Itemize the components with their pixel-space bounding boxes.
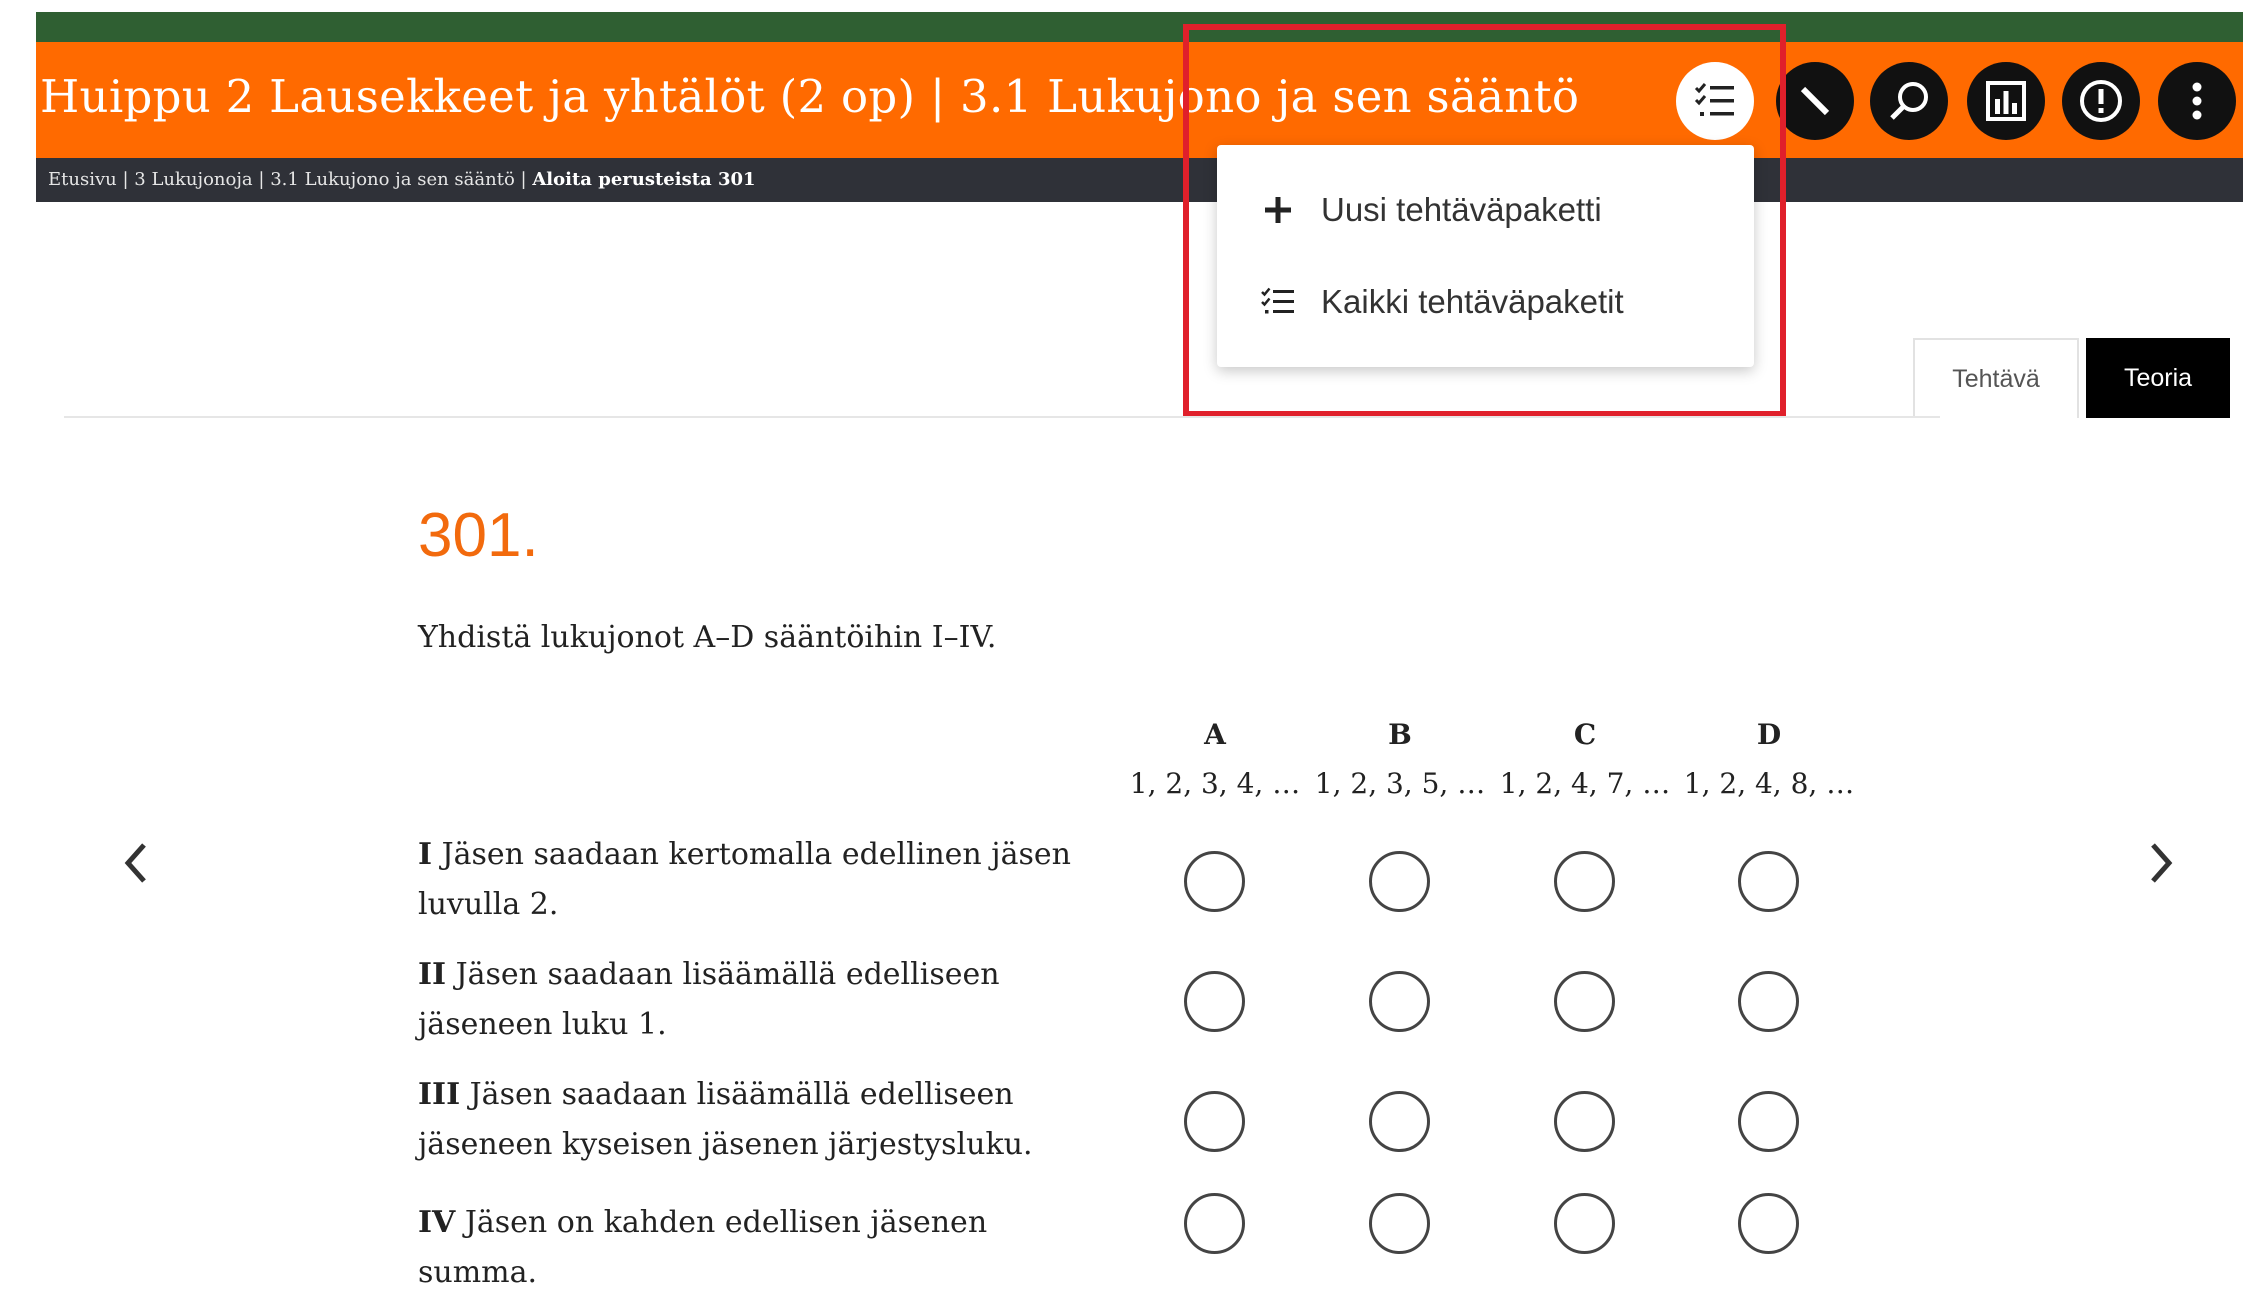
rule-text: Jäsen saadaan lisäämällä edelliseen jäse… [418, 1077, 1033, 1162]
pen-icon [1800, 86, 1830, 116]
radio-I-C[interactable] [1554, 851, 1615, 912]
search-button[interactable] [1870, 62, 1948, 140]
column-label: C [1573, 718, 1597, 751]
radio-II-B[interactable] [1369, 971, 1430, 1032]
radio-IV-C[interactable] [1554, 1193, 1615, 1254]
feedback-button[interactable] [2062, 62, 2140, 140]
alert-icon [2080, 80, 2122, 122]
breadcrumb-item[interactable]: 3.1 Lukujono ja sen sääntö [270, 169, 515, 190]
top-strip [36, 12, 2243, 42]
rule-numeral: II [418, 957, 447, 992]
radio-I-D[interactable] [1738, 851, 1799, 912]
breadcrumb-separator: | [258, 169, 265, 190]
breadcrumb-item[interactable]: 3 Lukujonoja [134, 169, 252, 190]
highlight-annotation [1183, 24, 1786, 417]
exercise-number: 301. [418, 501, 539, 570]
rule-row: IV Jäsen on kahden edellisen jäsenen sum… [418, 1198, 1098, 1298]
breadcrumb-separator: | [122, 169, 129, 190]
radio-I-A[interactable] [1184, 851, 1245, 912]
breadcrumb-item[interactable]: Etusivu [48, 169, 117, 190]
tab-teoria[interactable]: Teoria [2086, 338, 2230, 418]
radio-II-C[interactable] [1554, 971, 1615, 1032]
radio-II-D[interactable] [1738, 971, 1799, 1032]
radio-II-A[interactable] [1184, 971, 1245, 1032]
chart-icon [1986, 81, 2026, 121]
radio-III-B[interactable] [1369, 1091, 1430, 1152]
rule-row: I Jäsen saadaan kertomalla edellinen jäs… [418, 830, 1098, 930]
radio-III-A[interactable] [1184, 1091, 1245, 1152]
radio-III-C[interactable] [1554, 1091, 1615, 1152]
rule-row: III Jäsen saadaan lisäämällä edelliseen … [418, 1070, 1098, 1170]
previous-exercise-button[interactable] [115, 838, 155, 888]
column-sequence: 1, 2, 3, 4, … [1129, 767, 1301, 800]
rule-numeral: III [418, 1077, 461, 1112]
more-icon [2192, 82, 2202, 120]
column-sequence: 1, 2, 4, 8, … [1683, 767, 1855, 800]
column-label: B [1388, 718, 1412, 751]
radio-I-B[interactable] [1369, 851, 1430, 912]
rule-text: Jäsen on kahden edellisen jäsenen summa. [418, 1205, 988, 1290]
content-divider [64, 416, 1940, 418]
left-gutter [0, 0, 36, 1287]
radio-IV-D[interactable] [1738, 1193, 1799, 1254]
radio-IV-B[interactable] [1369, 1193, 1430, 1254]
column-label: D [1756, 718, 1782, 751]
rule-text: Jäsen saadaan lisäämällä edelliseen jäse… [418, 957, 1000, 1042]
rule-numeral: IV [418, 1205, 456, 1240]
rule-numeral: I [418, 837, 433, 872]
next-exercise-button[interactable] [2142, 838, 2182, 888]
tab-tehtava[interactable]: Tehtävä [1913, 338, 2079, 418]
breadcrumb-current: Aloita perusteista 301 [532, 169, 756, 190]
more-menu-button[interactable] [2158, 62, 2236, 140]
exercise-instruction: Yhdistä lukujonot A–D sääntöihin I–IV. [418, 620, 997, 655]
statistics-button[interactable] [1967, 62, 2045, 140]
chevron-left-icon [124, 843, 146, 883]
radio-III-D[interactable] [1738, 1091, 1799, 1152]
breadcrumb: Etusivu | 3 Lukujonoja | 3.1 Lukujono ja… [36, 158, 2243, 202]
rule-row: II Jäsen saadaan lisäämällä edelliseen j… [418, 950, 1098, 1050]
breadcrumb-separator: | [520, 169, 527, 190]
rule-text: Jäsen saadaan kertomalla edellinen jäsen… [418, 837, 1071, 922]
chevron-right-icon [2151, 843, 2173, 883]
pen-button[interactable] [1776, 62, 1854, 140]
column-label: A [1204, 718, 1226, 751]
search-icon [1890, 82, 1928, 120]
column-sequence: 1, 2, 3, 5, … [1314, 767, 1486, 800]
radio-IV-A[interactable] [1184, 1193, 1245, 1254]
page: Huippu 2 Lausekkeet ja yhtälöt (2 op) | … [0, 0, 2243, 1290]
column-sequence: 1, 2, 4, 7, … [1499, 767, 1671, 800]
